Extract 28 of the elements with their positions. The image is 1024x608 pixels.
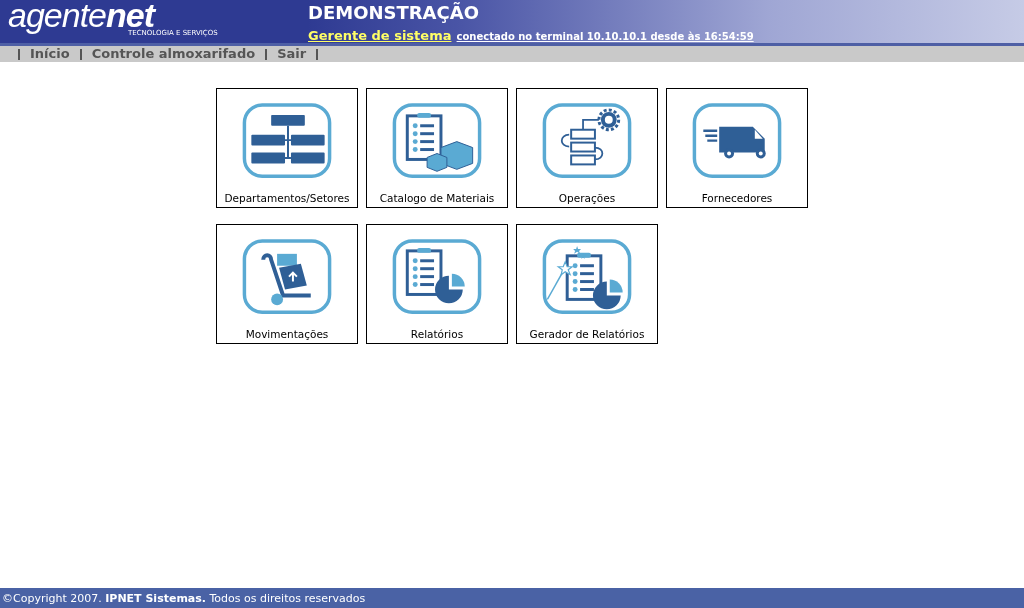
- menu-tile[interactable]: Gerador de Relatórios: [516, 224, 658, 344]
- page-title: DEMONSTRAÇÃO: [308, 3, 480, 23]
- tile-label: Fornecedores: [701, 191, 773, 207]
- process-gear-icon: [541, 102, 633, 180]
- tile-label: Catalogo de Materiais: [379, 191, 495, 207]
- menu-tile[interactable]: Departamentos/Setores: [216, 88, 358, 208]
- menu-tile[interactable]: Movimentações: [216, 224, 358, 344]
- org-chart-icon: [241, 102, 333, 180]
- menu-tile[interactable]: Fornecedores: [666, 88, 808, 208]
- report-chart-icon: [391, 238, 483, 316]
- menu-tile[interactable]: Operações: [516, 88, 658, 208]
- delivery-van-icon: [691, 102, 783, 180]
- session-info: conectado no terminal 10.10.10.1 desde às 16:54:59: [456, 31, 754, 42]
- clipboard-boxes-icon: [391, 102, 483, 180]
- tile-label: Operações: [558, 191, 616, 207]
- copyright-footer: ©Copyright 2007. IPNET Sistemas. Todos os direitos reservados: [0, 588, 1024, 608]
- menu-tile[interactable]: Relatórios: [366, 224, 508, 344]
- hand-truck-icon: [241, 238, 333, 316]
- user-link[interactable]: Gerente de sistema: [308, 28, 452, 43]
- magic-report-icon: [541, 238, 633, 316]
- tile-label: Gerador de Relatórios: [529, 327, 645, 343]
- menu-link[interactable]: Sair: [277, 44, 307, 64]
- menu-link[interactable]: Controle almoxarifado: [91, 44, 256, 64]
- tile-label: Relatórios: [410, 327, 464, 343]
- menu-tile[interactable]: Catalogo de Materiais: [366, 88, 508, 208]
- tile-label: Departamentos/Setores: [224, 191, 350, 207]
- menu-link[interactable]: Início: [30, 44, 70, 64]
- tile-label: Movimentações: [245, 327, 329, 343]
